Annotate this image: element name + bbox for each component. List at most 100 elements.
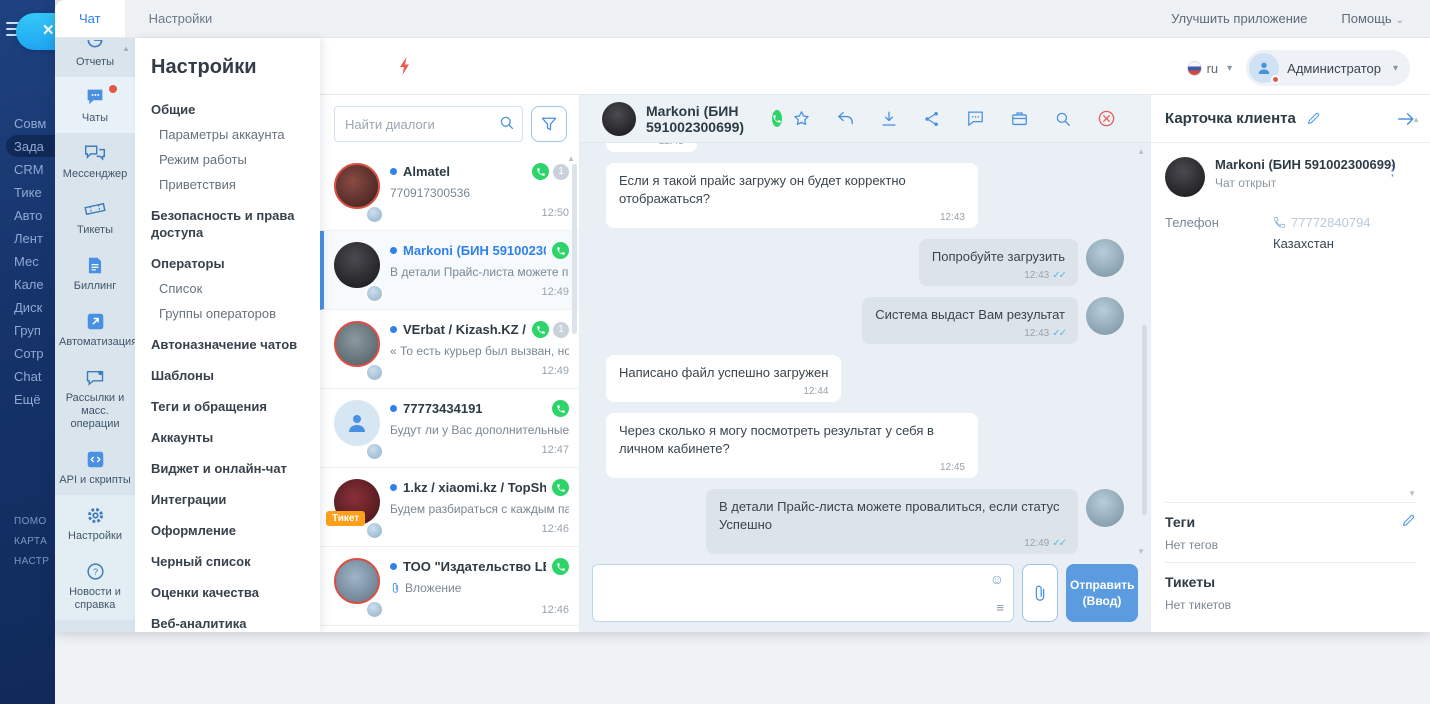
filter-button[interactable] bbox=[531, 106, 567, 142]
settings-menu-item-tags[interactable]: Теги и обращения bbox=[151, 398, 310, 415]
settings-menu-item-widget[interactable]: Виджет и онлайн-чат bbox=[151, 460, 310, 477]
improve-app-link[interactable]: Улучшить приложение bbox=[1171, 11, 1307, 26]
tab-chat[interactable]: Чат bbox=[55, 0, 125, 37]
scroll-down-icon[interactable]: ▼ bbox=[1165, 489, 1416, 502]
settings-menu-item-autoassign[interactable]: Автоназначение чатов bbox=[151, 336, 310, 353]
host-menu-item[interactable]: Мес bbox=[14, 250, 55, 273]
sidebar-item-billing[interactable]: Биллинг bbox=[55, 245, 135, 301]
avatar bbox=[334, 400, 380, 446]
settings-menu-item-integrations[interactable]: Интеграции bbox=[151, 491, 310, 508]
dialog-list-item[interactable]: Тикет 1.kz / xiaomi.kz / TopShop Будем р… bbox=[320, 468, 579, 547]
edit-pencil-icon[interactable] bbox=[1306, 111, 1321, 126]
settings-menu-item-appearance[interactable]: Оформление bbox=[151, 522, 310, 539]
case-icon[interactable] bbox=[1010, 109, 1029, 128]
sidebar-item-messenger[interactable]: Мессенджер bbox=[55, 133, 135, 189]
share-icon[interactable] bbox=[923, 110, 941, 128]
tab-settings[interactable]: Настройки bbox=[125, 0, 237, 37]
sidebar-item-settings[interactable]: Настройки bbox=[55, 495, 135, 551]
settings-menu-item-security[interactable]: Безопасность и права доступа bbox=[151, 207, 310, 241]
host-menu-item[interactable]: Авто bbox=[14, 204, 55, 227]
host-footer-item[interactable]: НАСТР bbox=[14, 552, 49, 572]
chat-panel: Markoni (БИН 591002300699) bbox=[580, 95, 1150, 632]
scroll-up-icon[interactable]: ▲ bbox=[1137, 147, 1145, 156]
settings-menu-subitem[interactable]: Параметры аккаунта bbox=[159, 127, 320, 143]
host-menu-item[interactable]: Груп bbox=[14, 319, 55, 342]
lightning-icon[interactable] bbox=[398, 56, 412, 76]
block-icon[interactable] bbox=[1097, 109, 1116, 128]
message-bubble-outgoing: В детали Прайс-листа можете провалиться,… bbox=[706, 489, 1078, 554]
download-icon[interactable] bbox=[880, 110, 898, 128]
sidebar-item-chats[interactable]: Чаты bbox=[55, 77, 135, 133]
templates-icon[interactable]: ≡ bbox=[996, 600, 1004, 615]
dialog-list-item[interactable]: Almatel 1 770917300536 12:50 bbox=[320, 152, 579, 231]
sidebar-item-automation[interactable]: Автоматизация bbox=[55, 301, 135, 357]
settings-menu-item-quality[interactable]: Оценки качества bbox=[151, 584, 310, 601]
avatar bbox=[334, 558, 380, 604]
dialog-snippet: 770917300536 bbox=[390, 186, 569, 200]
search-input[interactable] bbox=[334, 106, 523, 142]
whatsapp-icon bbox=[552, 242, 569, 259]
settings-menu-subitem[interactable]: Группы операторов bbox=[159, 306, 320, 322]
dialog-list-item[interactable]: 77773434191 Будут ли у Вас дополнительны… bbox=[320, 389, 579, 468]
settings-menu-subitem[interactable]: Приветствия bbox=[159, 177, 320, 193]
scrollbar-thumb[interactable] bbox=[572, 164, 577, 334]
dialog-name: Markoni (БИН 5910023006... bbox=[403, 243, 546, 258]
sidebar-item-api[interactable]: API и скрипты bbox=[55, 439, 135, 495]
host-menu-item[interactable]: Совм bbox=[14, 112, 55, 135]
sidebar-item-tickets[interactable]: Тикеты bbox=[55, 189, 135, 245]
send-button[interactable]: Отправить (Ввод) bbox=[1066, 564, 1138, 622]
host-menu-item[interactable]: Лент bbox=[14, 227, 55, 250]
edit-pencil-icon[interactable] bbox=[1401, 513, 1416, 528]
settings-menu-item-accounts[interactable]: Аккаунты bbox=[151, 429, 310, 446]
sidebar-item-reports[interactable]: Отчеты bbox=[55, 38, 135, 77]
host-menu-item[interactable]: Диск bbox=[14, 296, 55, 319]
settings-menu-item-blacklist[interactable]: Черный список bbox=[151, 553, 310, 570]
settings-menu-subitem[interactable]: Режим работы bbox=[159, 152, 320, 168]
scroll-up-icon[interactable]: ▲ bbox=[1412, 115, 1420, 124]
host-menu-item[interactable]: CRM bbox=[14, 158, 55, 181]
host-menu-item[interactable]: Тике bbox=[14, 181, 55, 204]
host-menu-item[interactable]: Ещё bbox=[14, 388, 55, 411]
scroll-down-icon[interactable]: ▼ bbox=[1137, 547, 1145, 556]
unread-count-badge: 1 bbox=[553, 322, 569, 338]
user-menu[interactable]: Администратор ▾ bbox=[1246, 50, 1410, 86]
settings-menu-item-operators[interactable]: Операторы bbox=[151, 255, 310, 272]
emoji-icon[interactable]: ☺ bbox=[990, 571, 1004, 587]
dialog-name: VErbat / Kizash.KZ / Ver... bbox=[403, 322, 526, 337]
comment-icon[interactable] bbox=[966, 109, 985, 128]
message-input[interactable] bbox=[593, 565, 1013, 621]
scrollbar-thumb[interactable] bbox=[1142, 325, 1147, 515]
kebab-menu-icon[interactable]: ⋮ bbox=[1385, 161, 1400, 179]
language-selector[interactable]: ru ▾ bbox=[1187, 61, 1233, 76]
search-icon[interactable] bbox=[1054, 110, 1072, 128]
attach-button[interactable] bbox=[1022, 564, 1058, 622]
star-icon[interactable] bbox=[792, 109, 811, 128]
scroll-up-icon[interactable]: ▲ bbox=[567, 154, 575, 163]
host-menu-item[interactable]: Кале bbox=[14, 273, 55, 296]
host-menu-item[interactable]: Сотр bbox=[14, 342, 55, 365]
chevron-down-icon: ⌄ bbox=[1396, 15, 1404, 26]
help-link[interactable]: Помощь⌄ bbox=[1341, 11, 1404, 26]
settings-menu-item-general[interactable]: Общие bbox=[151, 101, 310, 118]
host-footer-item[interactable]: КАРТА bbox=[14, 532, 49, 552]
host-menu-item[interactable]: Зада bbox=[14, 135, 55, 158]
host-menu-item[interactable]: Chat bbox=[14, 365, 55, 388]
compose-bar: ☺ ≡ Отправить (Ввод) bbox=[580, 560, 1150, 632]
sidebar-item-news[interactable]: ? Новости и справка bbox=[55, 551, 135, 620]
phone-number[interactable]: 77772840794 bbox=[1291, 215, 1371, 230]
svg-text:?: ? bbox=[92, 566, 97, 577]
settings-menu-item-analytics[interactable]: Веб-аналитика bbox=[151, 615, 310, 632]
dialog-list-item[interactable]: ♥ Подскажите БИН/ИИН или ID магази 12:44 bbox=[320, 626, 579, 632]
search-icon bbox=[499, 115, 515, 131]
avatar bbox=[334, 163, 380, 209]
dialog-list-item[interactable]: ТОО "Издательство LEM" Вложение 12:46 bbox=[320, 547, 579, 626]
sidebar-item-broadcasts[interactable]: Рассылки и масс. операции bbox=[55, 357, 135, 439]
reply-icon[interactable] bbox=[836, 109, 855, 128]
dialog-list-item-selected[interactable]: Markoni (БИН 5910023006... В детали Прай… bbox=[320, 231, 579, 310]
icon-sidebar: ▲ Отчеты Чаты Мессенджер Тикеты bbox=[55, 38, 135, 632]
close-app-button[interactable]: ✕ bbox=[16, 13, 55, 50]
settings-menu-item-templates[interactable]: Шаблоны bbox=[151, 367, 310, 384]
host-footer-item[interactable]: ПОМО bbox=[14, 512, 49, 532]
dialog-list-item[interactable]: VErbat / Kizash.KZ / Ver... 1 « То есть … bbox=[320, 310, 579, 389]
settings-menu-subitem[interactable]: Список bbox=[159, 281, 320, 297]
